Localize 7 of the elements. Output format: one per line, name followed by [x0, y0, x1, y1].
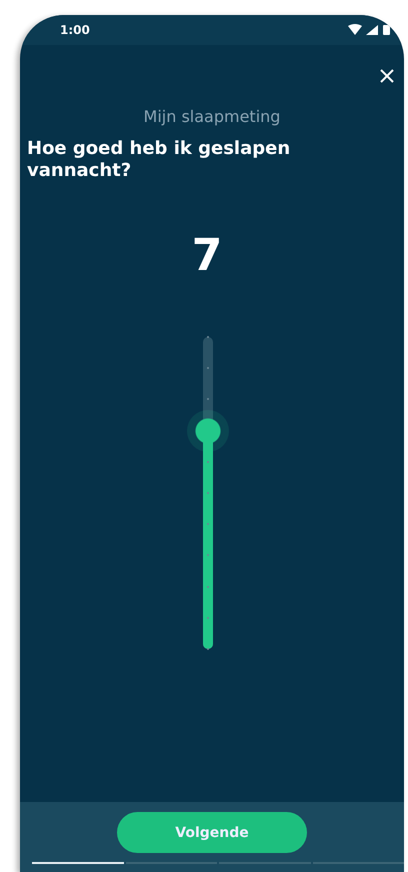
- screen-title: Mijn slaapmeting: [142, 107, 282, 126]
- close-icon[interactable]: [380, 69, 394, 83]
- question-text: Hoe goed heb ik geslapen vannacht?: [27, 138, 292, 182]
- slider-value: 7: [190, 230, 224, 281]
- status-time: 1:00: [60, 23, 90, 37]
- status-icons: [348, 24, 392, 36]
- next-button[interactable]: Volgende: [117, 812, 307, 853]
